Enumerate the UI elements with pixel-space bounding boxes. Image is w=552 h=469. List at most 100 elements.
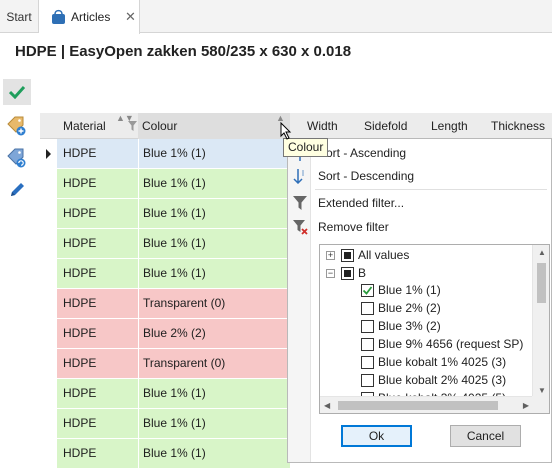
cell-colour[interactable]: Blue 2% (2): [138, 319, 290, 348]
all-values-checkbox[interactable]: [341, 249, 354, 262]
grid-header: Material ▲▼ Colour ▲ Width Sidefold Leng…: [40, 113, 552, 139]
table-row[interactable]: HDPE Blue 1% (1): [40, 409, 290, 439]
confirm-button[interactable]: [3, 79, 31, 105]
scroll-up-icon[interactable]: ▲: [538, 248, 546, 257]
add-tag-button[interactable]: [3, 113, 31, 139]
tab-articles[interactable]: Articles ✕: [39, 0, 140, 34]
tab-start[interactable]: Start: [0, 0, 39, 33]
cell-colour[interactable]: Blue 1% (1): [138, 409, 290, 438]
checkmark-icon: [362, 286, 373, 295]
item-checkbox[interactable]: [361, 338, 374, 351]
tree-node-item[interactable]: Blue 1% (1): [320, 282, 532, 299]
cell-colour[interactable]: Blue 1% (1): [138, 229, 290, 258]
cell-material[interactable]: HDPE: [57, 349, 138, 378]
row-indicator: [40, 319, 57, 349]
tree-node-item[interactable]: Blue 3% (2): [320, 318, 532, 335]
collapse-icon[interactable]: −: [326, 269, 335, 278]
row-indicator: [40, 409, 57, 439]
table-row[interactable]: HDPE Blue 1% (1): [40, 169, 290, 199]
cell-material[interactable]: HDPE: [57, 379, 138, 408]
tree-node-item[interactable]: Blue kobalt 2% 4025 (3): [320, 372, 532, 389]
horizontal-scrollbar[interactable]: ◀ ▶: [320, 396, 533, 413]
column-filter-popup: Sort - Ascending Sort - Descending Exten…: [287, 138, 552, 463]
tree-label: Blue kobalt 2% 4025 (3): [378, 373, 507, 387]
scroll-thumb[interactable]: [537, 263, 546, 303]
vertical-scrollbar[interactable]: ▲ ▼: [532, 245, 549, 398]
tree-node-all-values[interactable]: + All values: [320, 247, 532, 264]
cell-colour[interactable]: Transparent (0): [138, 289, 290, 318]
cell-colour[interactable]: Blue 1% (1): [138, 169, 290, 198]
filter-icon[interactable]: [128, 121, 137, 131]
column-header-material[interactable]: Material: [63, 113, 106, 139]
cell-material[interactable]: HDPE: [57, 409, 138, 438]
edit-button[interactable]: [3, 177, 31, 203]
cell-material[interactable]: HDPE: [57, 289, 138, 318]
cell-colour[interactable]: Blue 1% (1): [138, 379, 290, 408]
column-header-colour[interactable]: Colour: [138, 113, 290, 139]
table-row[interactable]: HDPE Blue 1% (1): [40, 199, 290, 229]
ok-button[interactable]: Ok: [341, 425, 412, 447]
cancel-button[interactable]: Cancel: [450, 425, 521, 447]
scroll-corner: [532, 396, 549, 413]
cell-material[interactable]: HDPE: [57, 199, 138, 228]
tree-label: All values: [358, 248, 410, 262]
tab-articles-label: Articles: [71, 10, 111, 24]
item-checkbox[interactable]: [361, 302, 374, 315]
table-row[interactable]: HDPE Transparent (0): [40, 289, 290, 319]
table-row[interactable]: HDPE Blue 1% (1): [40, 229, 290, 259]
scroll-right-icon[interactable]: ▶: [523, 401, 529, 410]
item-checkbox[interactable]: [361, 320, 374, 333]
table-row[interactable]: HDPE Blue 1% (1): [40, 259, 290, 289]
tree-node-group[interactable]: − B: [320, 265, 532, 282]
scroll-down-icon[interactable]: ▼: [538, 386, 546, 395]
cell-material[interactable]: HDPE: [57, 439, 138, 468]
item-checkbox[interactable]: [361, 284, 374, 297]
item-checkbox[interactable]: [361, 374, 374, 387]
cell-material[interactable]: HDPE: [57, 259, 138, 288]
cell-colour[interactable]: Blue 1% (1): [138, 439, 290, 468]
cell-colour[interactable]: Blue 1% (1): [138, 199, 290, 228]
group-checkbox[interactable]: [341, 267, 354, 280]
tab-bar: Start Articles ✕: [0, 0, 552, 34]
tree-node-item[interactable]: Blue 2% (2): [320, 300, 532, 317]
row-indicator: [40, 379, 57, 409]
row-indicator: [40, 169, 57, 199]
menu-remove-filter[interactable]: Remove filter: [318, 220, 389, 234]
refresh-tag-button[interactable]: [3, 145, 31, 171]
cell-colour[interactable]: Transparent (0): [138, 349, 290, 378]
tree-label: Blue 3% (2): [378, 319, 441, 333]
check-icon: [9, 85, 25, 99]
table-row[interactable]: HDPE Blue 1% (1): [40, 379, 290, 409]
sort-descending-icon: [293, 169, 304, 184]
cell-colour[interactable]: Blue 1% (1): [138, 139, 290, 168]
column-header-sidefold[interactable]: Sidefold: [364, 113, 407, 139]
menu-separator: [315, 189, 547, 190]
cell-material[interactable]: HDPE: [57, 319, 138, 348]
cell-colour[interactable]: Blue 1% (1): [138, 259, 290, 288]
table-row[interactable]: HDPE Blue 2% (2): [40, 319, 290, 349]
column-header-thickness[interactable]: Thickness: [491, 113, 545, 139]
filter-values-tree[interactable]: + All values − B Blue 1% (1) Blue 2% (2)…: [319, 244, 550, 414]
cell-material[interactable]: HDPE: [57, 229, 138, 258]
table-row[interactable]: HDPE Transparent (0): [40, 349, 290, 379]
scroll-thumb[interactable]: [338, 401, 498, 410]
tree-node-item[interactable]: Blue kobalt 1% 4025 (3): [320, 354, 532, 371]
cell-material[interactable]: HDPE: [57, 139, 138, 168]
column-header-width[interactable]: Width: [307, 113, 338, 139]
row-indicator: [40, 199, 57, 229]
column-header-length[interactable]: Length: [431, 113, 468, 139]
close-icon[interactable]: ✕: [125, 9, 136, 25]
menu-sort-ascending[interactable]: Sort - Ascending: [318, 146, 406, 160]
tree-node-item[interactable]: Blue 9% 4656 (request SP): [320, 336, 532, 353]
expand-icon[interactable]: +: [326, 251, 335, 260]
menu-extended-filter[interactable]: Extended filter...: [318, 196, 404, 210]
menu-sort-descending[interactable]: Sort - Descending: [318, 169, 414, 183]
cell-material[interactable]: HDPE: [57, 169, 138, 198]
item-checkbox[interactable]: [361, 356, 374, 369]
table-row[interactable]: HDPE Blue 1% (1): [40, 439, 290, 469]
tree-label: Blue 2% (2): [378, 301, 441, 315]
bag-icon: [52, 9, 65, 24]
table-row[interactable]: HDPE Blue 1% (1): [40, 139, 290, 169]
scroll-left-icon[interactable]: ◀: [324, 401, 330, 410]
tree-label: Blue 9% 4656 (request SP): [378, 337, 524, 351]
